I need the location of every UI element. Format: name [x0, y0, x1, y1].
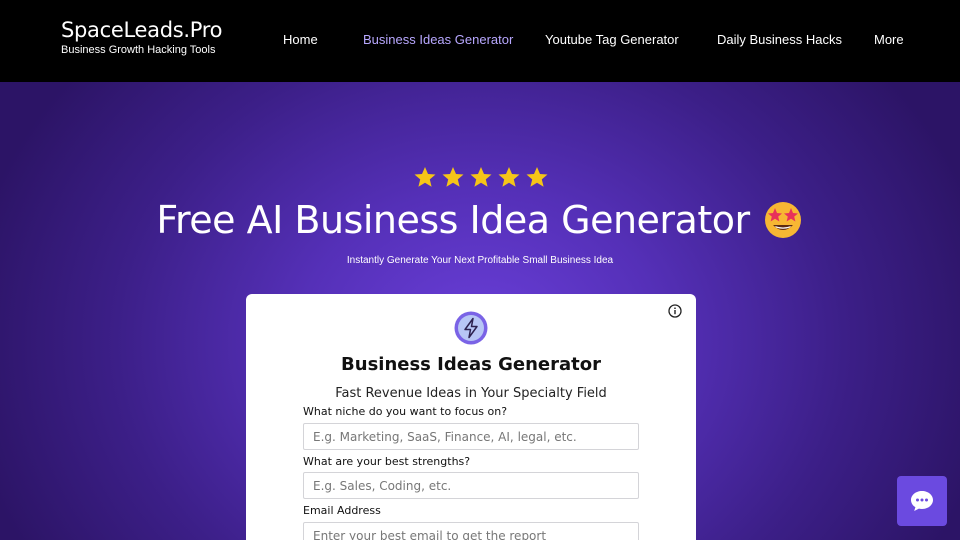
strengths-input[interactable] — [303, 472, 639, 499]
niche-input[interactable] — [303, 423, 639, 450]
nav-more[interactable]: More — [874, 32, 904, 47]
star-icon — [442, 167, 464, 187]
lightning-bolt-icon — [454, 311, 488, 345]
info-icon[interactable] — [668, 304, 682, 318]
strengths-label: What are your best strengths? — [303, 455, 471, 468]
card-title: Business Ideas Generator — [341, 354, 601, 375]
hero-subtitle: Instantly Generate Your Next Profitable … — [346, 255, 614, 266]
email-label: Email Address — [303, 504, 381, 517]
nav-home[interactable]: Home — [283, 32, 318, 47]
generator-card: Business Ideas Generator Fast Revenue Id… — [246, 294, 696, 540]
nav-daily-business-hacks[interactable]: Daily Business Hacks — [717, 32, 842, 47]
star-icon — [526, 167, 548, 187]
nav-business-ideas-generator[interactable]: Business Ideas Generator — [363, 32, 513, 47]
star-icon — [498, 167, 520, 187]
star-icon — [470, 167, 492, 187]
email-input[interactable] — [303, 522, 639, 540]
hero-title-text: Free AI Business Idea Generator — [156, 198, 750, 242]
hero-title: Free AI Business Idea Generator — [0, 198, 960, 244]
card-subtitle: Fast Revenue Ideas in Your Specialty Fie… — [335, 386, 607, 401]
star-struck-emoji-icon — [764, 201, 801, 238]
rating-stars — [413, 166, 549, 188]
site-header: SpaceLeads.Pro Business Growth Hacking T… — [0, 0, 960, 82]
star-icon — [414, 167, 436, 187]
niche-label: What niche do you want to focus on? — [303, 405, 508, 418]
chat-bubble-icon — [911, 491, 933, 511]
brand-title[interactable]: SpaceLeads.Pro — [61, 18, 222, 42]
chat-button[interactable] — [897, 476, 947, 526]
brand-subtitle: Business Growth Hacking Tools — [61, 44, 216, 56]
nav-youtube-tag-generator[interactable]: Youtube Tag Generator — [545, 32, 679, 47]
